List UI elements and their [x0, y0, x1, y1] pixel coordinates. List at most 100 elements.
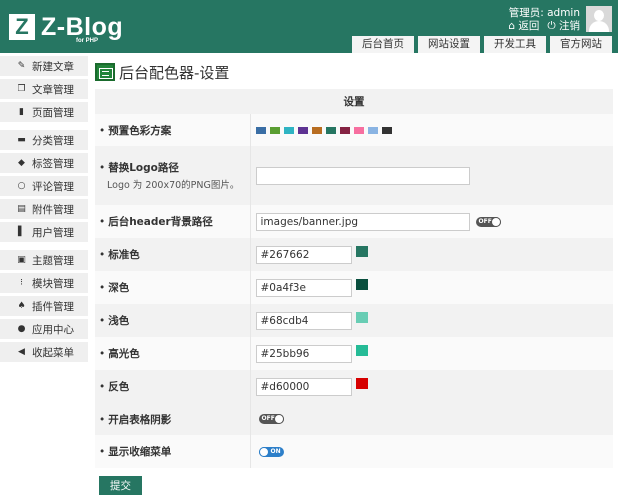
sidebar-item-label: 模块管理 — [32, 277, 74, 290]
tab-site-settings[interactable]: 网站设置 — [418, 36, 480, 53]
tab-official-site[interactable]: 官方网站 — [550, 36, 612, 53]
user-info: 管理员: admin ⌂ 返回 ⏻ 注销 — [508, 7, 580, 33]
preset-swatch[interactable] — [255, 126, 266, 134]
page-title: 后台配色器-设置 — [119, 63, 230, 82]
table-header: 设置 — [95, 89, 613, 114]
color-label: 浅色 — [108, 315, 130, 327]
sidebar-item-label: 插件管理 — [32, 300, 74, 313]
sidebar-item-label: 文章管理 — [32, 83, 74, 96]
sidebar-item-label: 新建文章 — [32, 60, 74, 73]
sidebar-item[interactable]: ▬ 分类管理 — [0, 130, 88, 150]
logout-link[interactable]: ⏻ 注销 — [547, 20, 580, 33]
table-row: • 浅色 — [95, 304, 613, 337]
sidebar-item-label: 主题管理 — [32, 254, 74, 267]
sidebar-item-label: 标签管理 — [32, 157, 74, 170]
sidebar-item[interactable]: ● 应用中心 — [0, 319, 88, 339]
preset-swatch[interactable] — [339, 126, 350, 134]
folder-icon: ▬ — [17, 135, 26, 145]
color-input[interactable] — [255, 311, 352, 330]
page-title-bar: 后台配色器-设置 — [95, 60, 613, 84]
preset-swatch[interactable] — [311, 126, 322, 134]
sidebar-item[interactable]: ⁝ 模块管理 — [0, 273, 88, 293]
tab-dev-tools[interactable]: 开发工具 — [484, 36, 546, 53]
home-icon: ⌂ — [508, 20, 515, 32]
settings-table: 设置 • 预置色彩方案 • 替换Logo路径 Logo 为 200x70的PNG图片… — [95, 89, 613, 468]
articles-icon: ❐ — [17, 84, 26, 94]
sidebar-item[interactable]: ▣ 主题管理 — [0, 250, 88, 270]
app-center-icon: ● — [17, 324, 26, 334]
back-link[interactable]: ⌂ 返回 — [508, 20, 539, 33]
color-input[interactable] — [255, 377, 352, 396]
header-bg-label: 后台header背景路径 — [108, 216, 213, 228]
preset-label: 预置色彩方案 — [108, 124, 172, 137]
color-swatch[interactable] — [355, 378, 368, 389]
collapse-menu-toggle[interactable]: ON — [258, 446, 284, 457]
sidebar-item[interactable]: ▮ 页面管理 — [0, 102, 88, 122]
color-input[interactable] — [255, 278, 352, 297]
header-bg-input[interactable] — [255, 212, 470, 231]
preset-swatch[interactable] — [325, 126, 336, 134]
sidebar-item[interactable]: ◀ 收起菜单 — [0, 342, 88, 362]
tab-dashboard[interactable]: 后台首页 — [352, 36, 414, 53]
collapse-menu-label: 显示收缩菜单 — [108, 446, 172, 458]
logout-label: 注销 — [559, 20, 580, 32]
preset-swatch[interactable] — [353, 126, 364, 134]
logo-path-hint: Logo 为 200x70的PNG图片。 — [107, 180, 240, 191]
color-label: 标准色 — [108, 249, 140, 261]
table-row: • 开启表格阴影 OFF — [95, 403, 613, 435]
color-input[interactable] — [255, 344, 352, 363]
preset-swatch[interactable] — [297, 126, 308, 134]
color-swatch[interactable] — [355, 279, 368, 290]
color-swatch[interactable] — [355, 345, 368, 356]
attachment-icon: ▤ — [17, 204, 26, 214]
sidebar-item[interactable]: ✎ 新建文章 — [0, 56, 88, 76]
sidebar-item[interactable]: ❐ 文章管理 — [0, 79, 88, 99]
logo[interactable]: Z Z-Blog for PHP — [9, 13, 124, 44]
sidebar-item[interactable]: ◆ 标签管理 — [0, 153, 88, 173]
preset-swatch[interactable] — [381, 126, 392, 134]
table-row: • 预置色彩方案 — [95, 114, 613, 146]
sidebar-item[interactable]: ♠ 插件管理 — [0, 296, 88, 316]
logo-text: Z-Blog — [41, 13, 124, 41]
back-label: 返回 — [518, 20, 540, 32]
sidebar-item-label: 收起菜单 — [32, 346, 74, 359]
sidebar-item-label: 评论管理 — [32, 180, 74, 193]
power-icon: ⏻ — [547, 20, 556, 32]
tag-icon: ◆ — [18, 158, 25, 168]
logo-subtitle: for PHP — [76, 38, 99, 44]
main-content: 后台配色器-设置 设置 • 预置色彩方案 • 替换Logo路径 Logo 为 200… — [95, 60, 613, 468]
user-icon: ▌ — [18, 227, 25, 237]
logo-path-input[interactable] — [255, 166, 470, 185]
edit-icon: ✎ — [17, 61, 26, 71]
sidebar: ✎ 新建文章 ❐ 文章管理 ▮ 页面管理 ▬ 分类管理 ◆ 标签管理 ○ 评论管理 ▤ 附件管理 ▌ 用户管理… — [0, 56, 88, 365]
preset-swatch[interactable] — [269, 126, 280, 134]
header-bg-toggle[interactable]: OFF — [475, 216, 501, 227]
submit-button[interactable]: 提交 — [99, 476, 142, 495]
logo-path-label: 替换Logo路径 — [108, 162, 179, 174]
sidebar-item-label: 应用中心 — [32, 323, 74, 336]
sidebar-item-label: 附件管理 — [32, 203, 74, 216]
top-tabs: 后台首页 网站设置 开发工具 官方网站 — [352, 36, 612, 53]
sidebar-item-label: 分类管理 — [32, 134, 74, 147]
color-swatch[interactable] — [355, 246, 368, 257]
logo-mark: Z — [9, 14, 35, 40]
table-row: • 替换Logo路径 Logo 为 200x70的PNG图片。 — [95, 146, 613, 205]
color-swatch[interactable] — [355, 312, 368, 323]
color-label: 高光色 — [108, 348, 140, 360]
preset-swatch[interactable] — [283, 126, 294, 134]
preset-swatches — [255, 126, 614, 134]
table-row: • 标准色 — [95, 238, 613, 271]
sidebar-item[interactable]: ○ 评论管理 — [0, 176, 88, 196]
table-row: •后台header背景路径 OFF — [95, 205, 613, 238]
theme-icon: ▣ — [17, 255, 26, 265]
settings-page-icon — [95, 63, 115, 81]
sidebar-item[interactable]: ▤ 附件管理 — [0, 199, 88, 219]
plugin-icon: ♠ — [17, 301, 26, 311]
pages-icon: ▮ — [19, 107, 24, 117]
user-label: 管理员: admin — [508, 7, 580, 19]
color-input[interactable] — [255, 245, 352, 264]
preset-swatch[interactable] — [367, 126, 378, 134]
table-shadow-toggle[interactable]: OFF — [258, 414, 284, 424]
avatar[interactable] — [586, 6, 612, 32]
sidebar-item[interactable]: ▌ 用户管理 — [0, 222, 88, 242]
